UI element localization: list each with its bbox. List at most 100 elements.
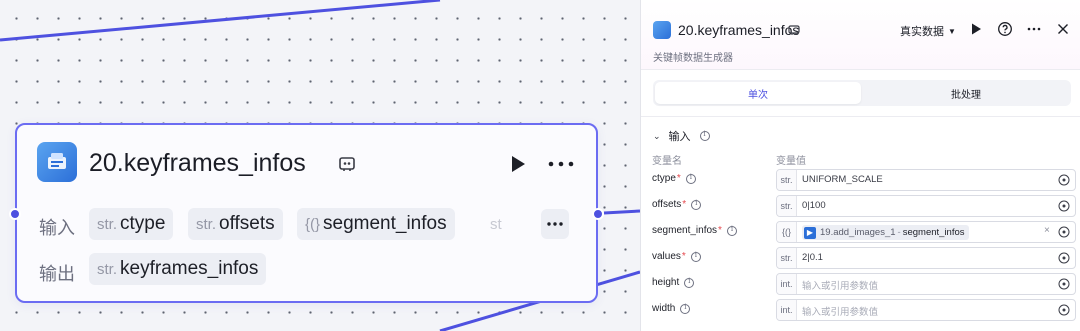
width-input[interactable]: int. 输入或引用参数值 — [776, 299, 1076, 321]
tab-batch[interactable]: 批处理 — [863, 82, 1069, 104]
chip-type: str. — [97, 215, 118, 233]
type-tag: {(} — [777, 222, 797, 242]
variable-picker-icon[interactable] — [1058, 200, 1070, 212]
field-name: height — [652, 277, 680, 288]
field-label: segment_infos * — [652, 225, 737, 236]
data-mode-select[interactable]: 真实数据 ▼ — [900, 23, 956, 39]
variable-picker-icon[interactable] — [1058, 252, 1070, 264]
variable-picker-icon[interactable] — [1058, 174, 1070, 186]
info-icon — [684, 277, 695, 288]
field-row-offsets: offsets* str. 0|100 — [641, 195, 1080, 217]
required-mark: * — [681, 251, 686, 262]
type-tag: int. — [777, 300, 797, 320]
info-icon — [690, 251, 701, 262]
info-icon — [685, 173, 696, 184]
input-chip-offsets: str. offsets — [188, 208, 283, 240]
field-label: height — [652, 277, 695, 288]
column-header-value: 变量值 — [776, 156, 806, 167]
field-label: width — [652, 303, 691, 314]
input-section-toggle[interactable]: ⌄ 输入 — [653, 128, 710, 144]
node-debug-panel: 20.keyframes_infos 关键帧数据生成器 真实数据 ▼ 单次 批处… — [640, 0, 1080, 331]
edge-top — [0, 0, 441, 42]
field-label: ctype * — [652, 173, 696, 184]
chip-type: str. — [97, 260, 118, 278]
field-row-segment-infos: segment_infos* {(} ▶ 19.add_images_1 - s… — [641, 221, 1080, 243]
ref-field: segment_infos — [902, 227, 965, 238]
chip-type: {(} — [305, 215, 321, 233]
field-label: offsets * — [652, 199, 702, 210]
plugin-badge-icon — [788, 25, 800, 35]
info-icon — [691, 199, 702, 210]
panel-header: 20.keyframes_infos 关键帧数据生成器 真实数据 ▼ — [641, 0, 1080, 70]
reference-tag[interactable]: ▶ 19.add_images_1 - segment_infos — [802, 225, 969, 240]
workflow-node[interactable]: 20.keyframes_infos 输入 str. ctype str. of… — [9, 123, 604, 303]
more-inputs-icon — [547, 222, 563, 226]
divider — [641, 116, 1080, 117]
output-port[interactable] — [592, 208, 604, 220]
chip-type: str. — [196, 215, 217, 233]
panel-app-icon — [653, 21, 671, 39]
segment-infos-input[interactable]: {(} ▶ 19.add_images_1 - segment_infos × — [776, 221, 1076, 243]
field-value: UNIFORM_SCALE — [802, 174, 883, 185]
variable-picker-icon[interactable] — [1058, 278, 1070, 290]
edge-out — [603, 209, 641, 215]
close-icon[interactable] — [1055, 21, 1071, 37]
chip-type: st — [490, 215, 502, 233]
field-row-ctype: ctype* str. UNIFORM_SCALE — [641, 169, 1080, 191]
input-chip-ctype: str. ctype — [89, 208, 174, 240]
variable-picker-icon[interactable] — [1058, 226, 1070, 238]
info-icon — [680, 303, 691, 314]
node-title: 20.keyframes_infos — [89, 149, 306, 177]
required-mark: * — [718, 225, 722, 236]
type-tag: str. — [777, 196, 797, 216]
data-mode-label: 真实数据 — [900, 26, 944, 38]
run-node-play-icon[interactable] — [506, 153, 528, 175]
tab-single[interactable]: 单次 — [655, 82, 861, 104]
help-icon[interactable] — [997, 21, 1013, 37]
panel-subtitle: 关键帧数据生成器 — [653, 53, 733, 64]
type-tag: str. — [777, 248, 797, 268]
chip-name: keyframes_infos — [120, 258, 259, 279]
ref-source: 19.add_images_1 — [820, 227, 896, 238]
field-row-width: width int. 输入或引用参数值 — [641, 299, 1080, 321]
ctype-input[interactable]: str. UNIFORM_SCALE — [776, 169, 1076, 191]
chip-name: segment_infos — [323, 213, 447, 234]
input-chip-segment-infos: {(} segment_infos — [297, 208, 455, 240]
run-play-icon[interactable] — [968, 21, 984, 37]
info-icon — [726, 225, 737, 236]
input-chip-truncated: st — [482, 208, 513, 240]
required-mark: * — [676, 173, 681, 184]
field-placeholder: 输入或引用参数值 — [802, 281, 879, 292]
panel-title: 20.keyframes_infos — [678, 22, 800, 38]
info-icon — [699, 130, 710, 141]
field-name: values — [652, 251, 681, 262]
node-output-label: 输出 — [39, 264, 75, 284]
ref-separator: - — [897, 227, 901, 238]
field-value: 0|100 — [802, 200, 826, 211]
node-app-icon — [37, 142, 77, 182]
type-tag: str. — [777, 170, 797, 190]
field-placeholder: 输入或引用参数值 — [802, 307, 879, 318]
more-icon[interactable] — [1026, 21, 1042, 37]
run-mode-tabs: 单次 批处理 — [653, 80, 1071, 106]
field-value: 2|0.1 — [802, 252, 823, 263]
required-mark: * — [682, 199, 687, 210]
node-more-icon[interactable] — [545, 153, 577, 175]
variable-picker-icon[interactable] — [1058, 304, 1070, 316]
plugin-badge-icon — [339, 157, 355, 171]
values-input[interactable]: str. 2|0.1 — [776, 247, 1076, 269]
node-input-label: 输入 — [39, 218, 75, 238]
chevron-down-icon: ▼ — [948, 26, 956, 36]
more-inputs-button[interactable] — [541, 209, 569, 239]
field-name: ctype — [652, 173, 676, 184]
field-label: values * — [652, 251, 701, 262]
input-port[interactable] — [9, 208, 21, 220]
column-header-name: 变量名 — [652, 156, 682, 167]
field-name: offsets — [652, 199, 682, 210]
chip-name: ctype — [120, 213, 166, 234]
field-row-values: values* str. 2|0.1 — [641, 247, 1080, 269]
offsets-input[interactable]: str. 0|100 — [776, 195, 1076, 217]
clear-icon[interactable]: × — [1044, 225, 1050, 236]
height-input[interactable]: int. 输入或引用参数值 — [776, 273, 1076, 295]
output-chip-keyframes-infos: str. keyframes_infos — [89, 253, 267, 285]
